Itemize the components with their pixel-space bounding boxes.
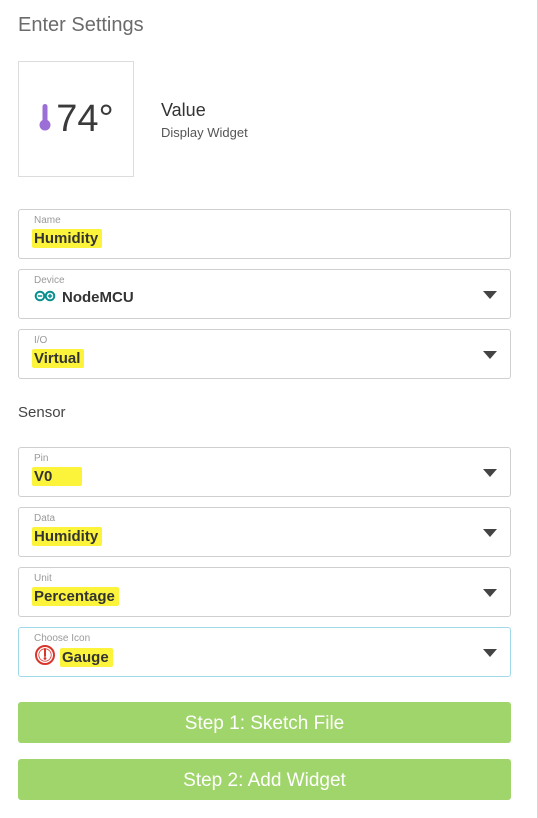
- chevron-down-icon[interactable]: [483, 589, 497, 597]
- name-field-label: Name: [34, 215, 61, 226]
- data-select[interactable]: Data Humidity: [18, 507, 511, 557]
- io-select-label: I/O: [34, 335, 48, 346]
- data-select-value: Humidity: [32, 527, 103, 546]
- sensor-section-label: Sensor: [18, 404, 66, 421]
- icon-select-value: Gauge: [60, 647, 113, 667]
- pin-select[interactable]: Pin V0: [18, 447, 511, 497]
- io-select-value: Virtual: [32, 349, 85, 368]
- chevron-down-icon[interactable]: [483, 469, 497, 477]
- preview-value: 74°: [56, 98, 114, 140]
- device-select-value: NodeMCU: [62, 289, 134, 306]
- icon-select[interactable]: Choose Icon Gauge: [18, 627, 511, 677]
- chevron-down-icon[interactable]: [483, 649, 497, 657]
- name-field-value: Humidity: [32, 229, 103, 248]
- page-title: Enter Settings: [18, 14, 144, 36]
- thermometer-icon: [38, 102, 52, 137]
- step2-add-widget-button[interactable]: Step 2: Add Widget: [18, 759, 511, 800]
- pin-select-value: V0: [32, 467, 83, 486]
- widget-title: Value: [161, 100, 206, 120]
- chevron-down-icon[interactable]: [483, 351, 497, 359]
- unit-select-label: Unit: [34, 573, 52, 584]
- arduino-icon: [34, 289, 56, 306]
- data-select-label: Data: [34, 513, 56, 524]
- widget-preview-card: 74°: [18, 61, 134, 177]
- device-select-label: Device: [34, 275, 65, 286]
- chevron-down-icon[interactable]: [483, 291, 497, 299]
- gauge-icon: [34, 644, 56, 670]
- io-select[interactable]: I/O Virtual: [18, 329, 511, 379]
- icon-select-label: Choose Icon: [34, 633, 91, 644]
- chevron-down-icon[interactable]: [483, 529, 497, 537]
- widget-subtitle: Display Widget: [161, 125, 248, 140]
- pin-select-label: Pin: [34, 453, 49, 464]
- step1-sketch-file-button[interactable]: Step 1: Sketch File: [18, 702, 511, 743]
- name-field[interactable]: Name Humidity: [18, 209, 511, 259]
- unit-select[interactable]: Unit Percentage: [18, 567, 511, 617]
- device-select[interactable]: Device NodeMCU: [18, 269, 511, 319]
- unit-select-value: Percentage: [32, 587, 119, 606]
